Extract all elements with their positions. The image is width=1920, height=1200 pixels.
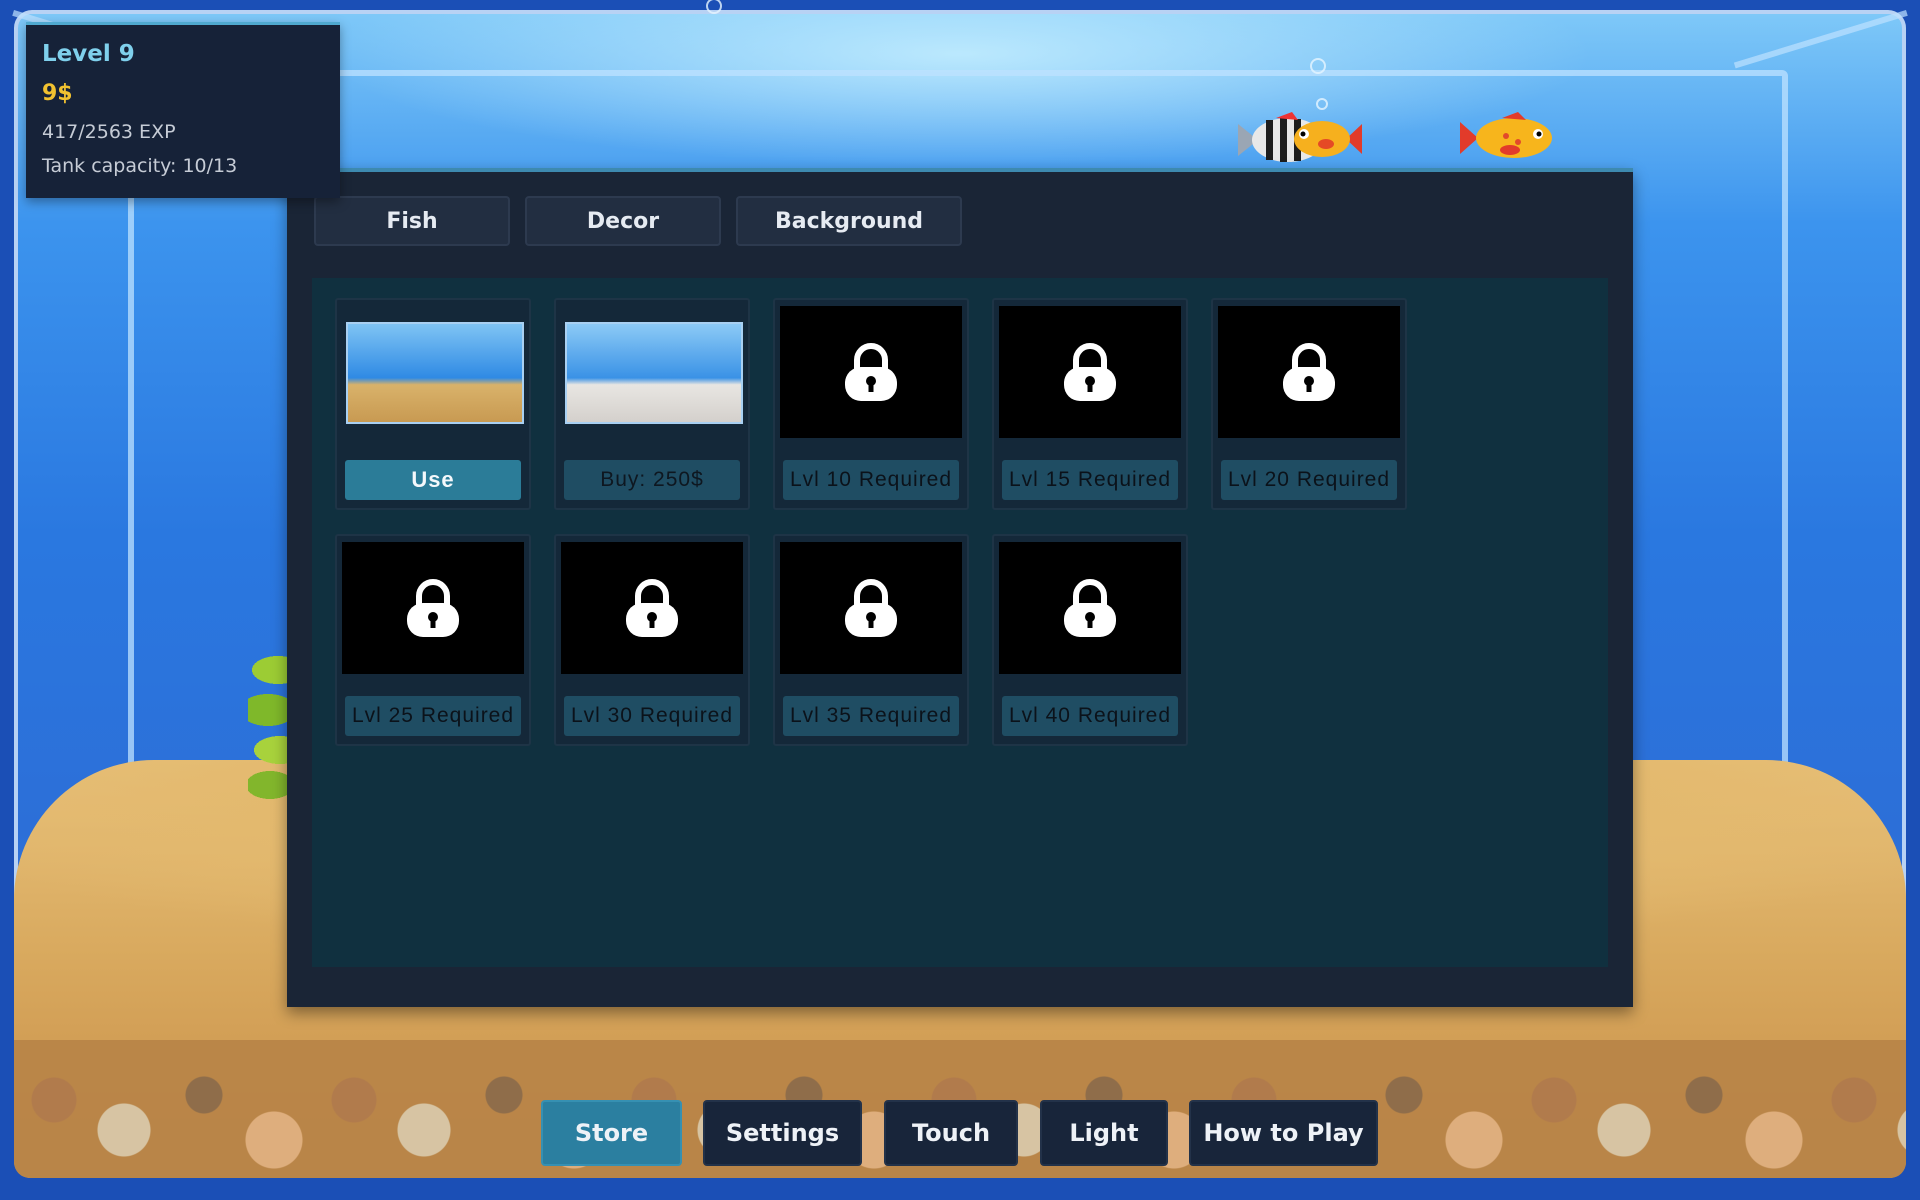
tab-fish[interactable]: Fish — [314, 196, 510, 246]
player-stats-panel: Level 9 9$ 417/2563 EXP Tank capacity: 1… — [26, 22, 340, 198]
locked-thumbnail — [780, 542, 962, 674]
lock-icon — [626, 579, 678, 637]
lock-icon — [845, 579, 897, 637]
use-button[interactable]: Use — [345, 460, 521, 500]
store-item-card: Lvl 40 Required — [992, 534, 1188, 746]
level-required-label: Lvl 10 Required — [783, 460, 959, 500]
touch-button[interactable]: Touch — [884, 1100, 1018, 1166]
locked-thumbnail — [342, 542, 524, 674]
store-item-card: Lvl 30 Required — [554, 534, 750, 746]
lock-icon — [1064, 343, 1116, 401]
store-item-card: Use — [335, 298, 531, 510]
level-required-label: Lvl 15 Required — [1002, 460, 1178, 500]
store-panel: Fish Decor Background Use Buy: 250$ Lvl … — [287, 168, 1633, 1007]
bubble — [1310, 58, 1326, 74]
store-item-card: Lvl 25 Required — [335, 534, 531, 746]
lock-icon — [1283, 343, 1335, 401]
lock-icon — [845, 343, 897, 401]
sand-tank-background-thumbnail — [346, 322, 524, 424]
player-exp: 417/2563 EXP — [42, 121, 176, 143]
lock-icon — [407, 579, 459, 637]
how-to-play-button[interactable]: How to Play — [1189, 1100, 1378, 1166]
store-button[interactable]: Store — [541, 1100, 682, 1166]
orange-fish[interactable] — [1290, 114, 1364, 164]
lock-icon — [1064, 579, 1116, 637]
white-sand-tank-background-thumbnail — [565, 322, 743, 424]
locked-thumbnail — [999, 306, 1181, 438]
store-item-card: Lvl 20 Required — [1211, 298, 1407, 510]
light-button[interactable]: Light — [1040, 1100, 1168, 1166]
tank-capacity: Tank capacity: 10/13 — [42, 155, 238, 177]
tab-decor[interactable]: Decor — [525, 196, 721, 246]
locked-thumbnail — [1218, 306, 1400, 438]
bubble — [1316, 98, 1328, 110]
store-item-card: Lvl 15 Required — [992, 298, 1188, 510]
tab-background[interactable]: Background — [736, 196, 962, 246]
level-required-label: Lvl 40 Required — [1002, 696, 1178, 736]
store-item-card: Buy: 250$ — [554, 298, 750, 510]
settings-button[interactable]: Settings — [703, 1100, 862, 1166]
level-required-label: Lvl 30 Required — [564, 696, 740, 736]
buy-button[interactable]: Buy: 250$ — [564, 460, 740, 500]
store-item-card: Lvl 10 Required — [773, 298, 969, 510]
level-required-label: Lvl 25 Required — [345, 696, 521, 736]
store-item-grid: Use Buy: 250$ Lvl 10 Required Lvl 15 Req… — [312, 278, 1608, 967]
player-level: Level 9 — [42, 41, 135, 67]
orange-fish[interactable] — [1456, 110, 1556, 166]
store-item-card: Lvl 35 Required — [773, 534, 969, 746]
locked-thumbnail — [999, 542, 1181, 674]
store-tabs: Fish Decor Background — [314, 196, 962, 246]
locked-thumbnail — [780, 306, 962, 438]
level-required-label: Lvl 20 Required — [1221, 460, 1397, 500]
locked-thumbnail — [561, 542, 743, 674]
player-money: 9$ — [42, 81, 73, 106]
level-required-label: Lvl 35 Required — [783, 696, 959, 736]
